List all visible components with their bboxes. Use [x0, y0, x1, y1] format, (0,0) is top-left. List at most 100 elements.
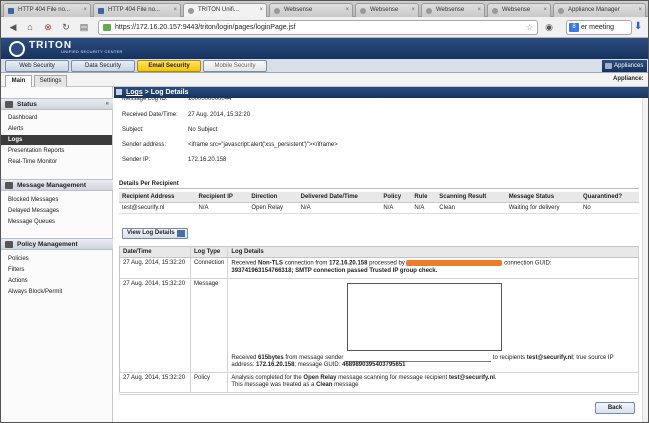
table-cell: N/A [297, 202, 381, 214]
table-row: test@securify.nl N/A Open Relay N/A N/A N/A Cl… [119, 202, 639, 214]
view-log-details-button[interactable]: View Log Details [122, 228, 188, 239]
vertical-scrollbar[interactable] [642, 98, 648, 422]
sidebar-item-always-block-permit[interactable]: Always Block/Permit [1, 287, 112, 297]
log-type: Connection [190, 257, 229, 279]
reload-icon[interactable]: ↻ [59, 21, 73, 34]
log-table-header: Date/Time Log Type Log Details [119, 246, 639, 258]
tab-settings[interactable]: Settings [34, 75, 67, 87]
table-cell: No [580, 202, 639, 214]
table-cell: test@securify.nl [119, 202, 196, 214]
browser-tab-1[interactable]: HTTP 404 File no... × [3, 3, 91, 17]
tab-web-security[interactable]: Web Security [5, 60, 69, 72]
sidebar-item-delayed-messages[interactable]: Delayed Messages [1, 206, 112, 216]
tab-mobile-security[interactable]: Mobile Security [203, 60, 267, 72]
log-details: Received 615bytes from message sender to… [227, 278, 639, 373]
download-icon[interactable]: ⬇ [634, 21, 642, 32]
log-datetime: 27 Aug. 2014, 15:32:20 [119, 372, 191, 393]
browser-tab-4[interactable]: Websense × [269, 3, 353, 17]
sidebar-item-policies[interactable]: Policies [1, 254, 112, 264]
home-icon[interactable]: ⌂ [23, 21, 37, 34]
stop-icon[interactable]: ⊗ [41, 21, 55, 34]
content-scroll-area: Message Log ID: 1000000000044 Received Da… [114, 98, 648, 422]
detail-message-log-id: Message Log ID: 1000000000044 [122, 98, 232, 102]
tab-label: HTTP 404 File no... [108, 7, 160, 13]
close-icon[interactable]: × [543, 4, 547, 17]
sidebar-item-dashboard[interactable]: Dashboard [1, 113, 112, 123]
browser-tab-5[interactable]: Websense × [355, 3, 419, 17]
appliances-button[interactable]: Appliances [602, 60, 647, 72]
browser-tab-6[interactable]: Websense × [421, 3, 485, 17]
search-value: er meeting [581, 24, 615, 31]
close-icon[interactable]: × [477, 4, 481, 17]
main-content: Logs > Log Details Message Log ID: 100000… [114, 87, 648, 422]
bookmarks-icon[interactable]: ▤ [77, 21, 91, 34]
close-icon[interactable]: × [638, 4, 642, 17]
close-icon[interactable]: × [345, 4, 349, 17]
sidebar-item-blocked-messages[interactable]: Blocked Messages [1, 195, 112, 205]
appliance-icon [605, 63, 612, 69]
column-header: Log Type [190, 246, 229, 258]
search-input[interactable]: 8 er meeting [566, 20, 632, 35]
page-favicon-icon [274, 8, 280, 14]
table-cell: N/A [380, 202, 412, 214]
tab-label: Websense [436, 7, 465, 13]
site-icon[interactable]: ◉ [542, 21, 556, 34]
back-arrow-icon[interactable]: ◀ [6, 21, 20, 34]
sidebar-item-actions[interactable]: Actions [1, 276, 112, 286]
tab-main[interactable]: Main [5, 75, 32, 87]
recipient-table-header: Recipient Address Recipient IP Direction De… [119, 192, 639, 203]
log-details-table: Date/Time Log Type Log Details 27 Aug. 201… [119, 246, 639, 393]
detail-received-datetime: Received Date/Time: 27 Aug. 2014, 15:32:2… [122, 112, 251, 118]
tab-data-security[interactable]: Data Security [71, 60, 135, 72]
sidebar-section-status[interactable]: Status « [1, 98, 113, 110]
table-cell: Clean [436, 202, 506, 214]
tab-label: HTTP 404 File no... [18, 7, 70, 13]
module-tabs: Web Security Data Security Email Securit… [1, 59, 648, 73]
table-row: 27 Aug. 2014, 15:32:20 Policy Analysis c… [119, 372, 639, 393]
close-icon[interactable]: × [173, 4, 177, 17]
sidebar-item-message-queues[interactable]: Message Queues [1, 217, 112, 227]
table-row: 27 Aug. 2014, 15:32:20 Connection Receiv… [119, 257, 639, 279]
sidebar-item-presentation-reports[interactable]: Presentation Reports [1, 146, 112, 156]
policy-icon [5, 241, 13, 248]
detail-sender-ip: Sender IP: 172.16.20.158 [122, 157, 227, 163]
tab-label: Websense [502, 7, 531, 13]
table-row: 27 Aug. 2014, 15:32:20 Message Received … [119, 278, 639, 373]
sidebar-item-real-time-monitor[interactable]: Real-Time Monitor [1, 157, 112, 167]
back-button[interactable]: Back [595, 402, 635, 414]
browser-tab-8[interactable]: Appliance Manager × [553, 3, 646, 17]
collapse-sidebar-icon[interactable] [116, 89, 122, 95]
column-header: Recipient IP [195, 192, 249, 203]
section-title: Policy Management [17, 241, 78, 248]
blank-iframe-box [347, 282, 503, 351]
tab-email-security[interactable]: Email Security [137, 60, 201, 72]
websense-logo-icon [9, 41, 25, 57]
page-favicon-icon [188, 8, 194, 14]
log-datetime: 27 Aug. 2014, 15:32:20 [119, 257, 191, 279]
sidebar-item-filters[interactable]: Filters [1, 265, 112, 275]
sidebar-item-logs[interactable]: Logs [1, 135, 112, 145]
browser-tab-3[interactable]: TRITON Unifi... × [183, 3, 267, 18]
browser-tab-2[interactable]: HTTP 404 File no... × [93, 3, 181, 17]
browser-tab-7[interactable]: Websense × [487, 3, 551, 17]
redaction-mark [406, 260, 503, 266]
recipient-table: Recipient Address Recipient IP Direction De… [119, 192, 639, 214]
message-icon [5, 182, 13, 189]
url-bar[interactable]: https://172.16.20.157:9443/triton/login/… [98, 20, 538, 35]
sidebar-section-message-management[interactable]: Message Management [1, 179, 113, 191]
close-icon[interactable]: × [259, 4, 263, 17]
column-header: Quarantined? [580, 192, 639, 203]
star-icon[interactable]: ☆ [526, 21, 533, 34]
search-engine-icon[interactable]: 8 [569, 23, 579, 32]
breadcrumb-logs-link[interactable]: Logs [126, 89, 143, 96]
table-cell: N/A [195, 202, 249, 214]
table-cell: N/A [411, 202, 437, 214]
collapse-icon[interactable]: « [106, 99, 109, 110]
close-icon[interactable]: × [411, 4, 415, 17]
page-favicon-icon [360, 8, 366, 14]
recipient-table-body: test@securify.nl N/A Open Relay N/A N/A N/A Cl… [119, 202, 639, 214]
sidebar-item-alerts[interactable]: Alerts [1, 124, 112, 134]
close-icon[interactable]: × [83, 4, 87, 17]
page-favicon-icon [98, 8, 104, 14]
sidebar-section-policy-management[interactable]: Policy Management [1, 238, 113, 250]
